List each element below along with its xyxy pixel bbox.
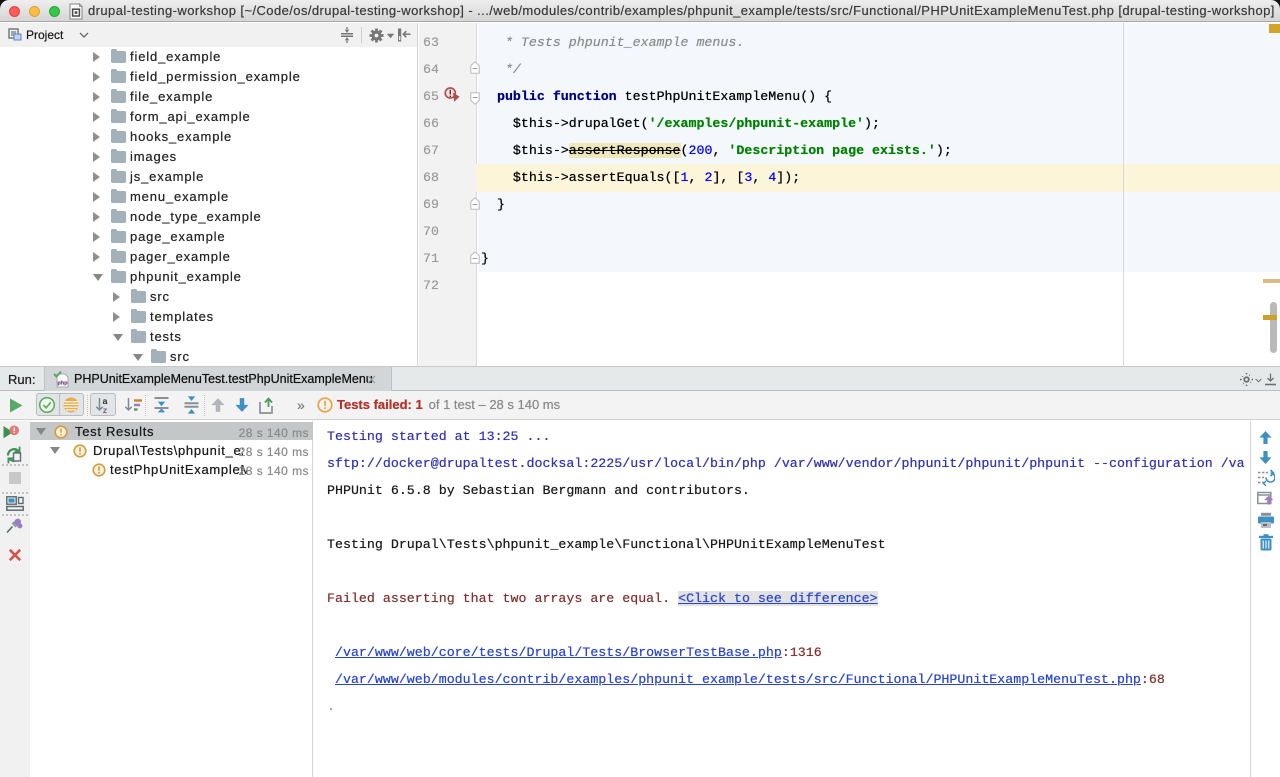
svg-text:z: z (103, 405, 107, 414)
svg-text:php: php (57, 381, 68, 387)
